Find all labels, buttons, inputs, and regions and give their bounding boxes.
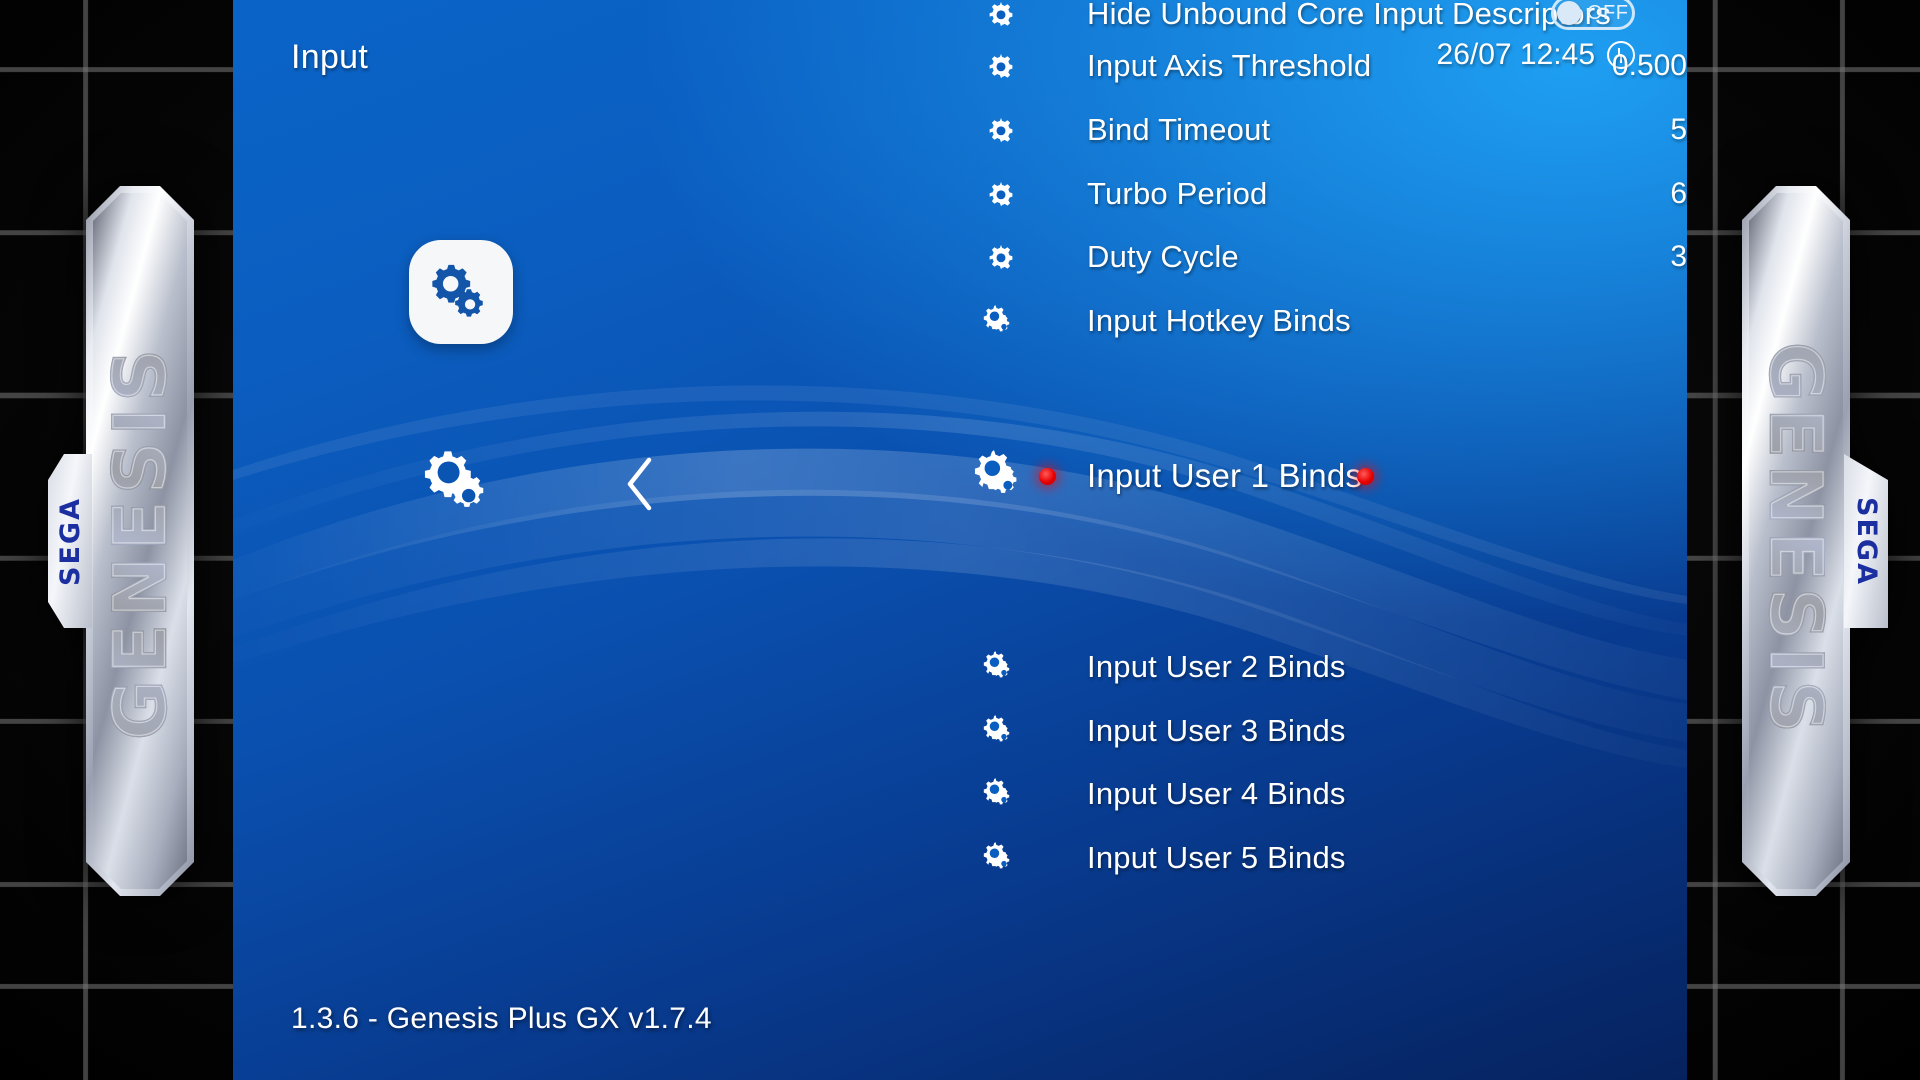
sega-tab-left: SEGA <box>48 454 92 628</box>
settings-gears-icon <box>983 305 1010 332</box>
cartridge-title-text: GENESIS <box>97 341 183 741</box>
menu-row-9[interactable]: Input User 4 Binds <box>233 762 1687 826</box>
sega-brand-text: SEGA <box>1850 496 1882 586</box>
cartridge-title-text: GENESIS <box>1753 341 1839 741</box>
menu-row-5[interactable]: Input Hotkey Binds <box>233 289 1687 353</box>
toggle-label: OFF <box>1587 1 1629 24</box>
menu-row-value: 3 <box>1670 240 1687 273</box>
menu-row-label: Input User 3 Binds <box>1087 713 1346 748</box>
settings-gears-icon <box>979 772 1023 816</box>
menu-row-6[interactable]: Input User 1 Binds <box>233 444 1687 508</box>
settings-gears-icon <box>974 450 1017 493</box>
settings-gears-icon <box>979 645 1023 689</box>
menu-row-label: Hide Unbound Core Input Descriptors <box>1087 0 1611 31</box>
menu-list: Hide Unbound Core Input Descriptors OFF … <box>233 0 1687 1080</box>
genesis-artwork-right: GENESIS SEGA <box>1742 186 1850 896</box>
settings-gears-icon <box>979 299 1023 343</box>
settings-gears-icon <box>979 709 1023 753</box>
settings-gears-icon <box>965 438 1041 514</box>
menu-row-7[interactable]: Input User 2 Binds <box>233 635 1687 699</box>
menu-row-label: Input Hotkey Binds <box>1087 303 1351 338</box>
menu-row-8[interactable]: Input User 3 Binds <box>233 699 1687 763</box>
retroarch-xmb-panel: Input 26/07 12:45 Hide Unbound Core Inpu… <box>233 0 1687 1080</box>
settings-gears-icon <box>983 651 1010 678</box>
sega-tab-right: SEGA <box>1844 454 1888 628</box>
selection-marker-left <box>1039 468 1056 485</box>
menu-row-1[interactable]: Input Axis Threshold 0.500 <box>233 34 1687 98</box>
settings-gears-icon <box>983 715 1010 742</box>
menu-row-label: Input User 1 Binds <box>1087 457 1363 494</box>
gear-icon <box>989 1 1013 27</box>
menu-row-2[interactable]: Bind Timeout 5 <box>233 98 1687 162</box>
toggle-knob <box>1557 1 1581 25</box>
core-version-label: 1.3.6 - Genesis Plus GX v1.7.4 <box>291 1002 712 1035</box>
menu-row-3[interactable]: Turbo Period 6 <box>233 162 1687 226</box>
menu-row-label: Input User 4 Binds <box>1087 776 1346 811</box>
gear-icon <box>979 0 1023 36</box>
menu-row-value: 6 <box>1670 177 1687 210</box>
toggle-switch[interactable]: OFF <box>1551 0 1635 30</box>
menu-row-value: 0.500 <box>1611 49 1687 82</box>
settings-gears-icon <box>979 836 1023 880</box>
settings-gears-icon <box>983 842 1010 869</box>
settings-gears-icon <box>983 778 1010 805</box>
menu-row-10[interactable]: Input User 5 Binds <box>233 826 1687 890</box>
menu-row-value: 5 <box>1670 113 1687 146</box>
sega-brand-text: SEGA <box>54 496 86 586</box>
menu-row-4[interactable]: Duty Cycle 3 <box>233 225 1687 289</box>
menu-row-label: Input User 2 Binds <box>1087 649 1346 684</box>
genesis-artwork-left: GENESIS SEGA <box>86 186 194 896</box>
menu-row-label: Input User 5 Binds <box>1087 840 1346 875</box>
selection-marker-right <box>1357 468 1374 485</box>
